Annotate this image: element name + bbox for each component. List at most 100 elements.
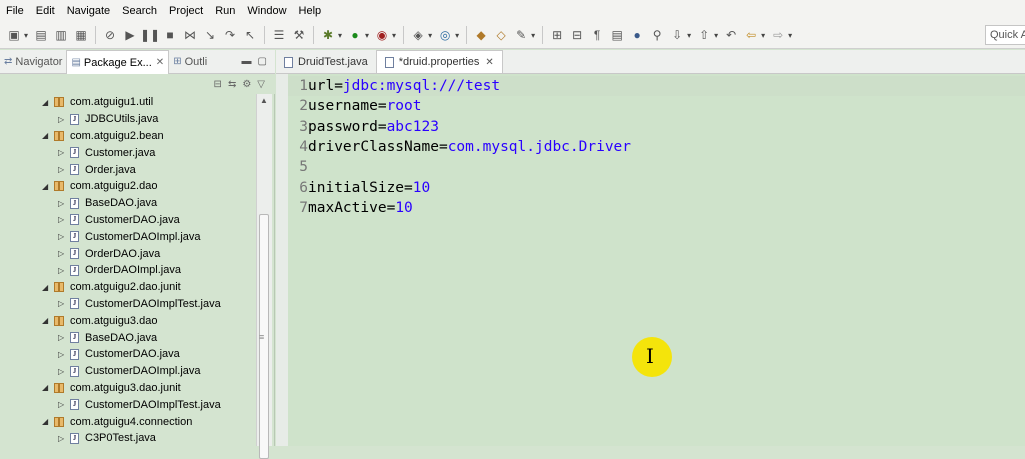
tree-file[interactable]: ▷ J BaseDAO.java — [0, 195, 256, 212]
code-editor[interactable]: 1url=jdbc:mysql:///test 2username=root 3pa… — [288, 74, 1025, 446]
show-whitespace-icon[interactable]: ¶ — [588, 26, 606, 44]
menu-help[interactable]: Help — [293, 0, 328, 22]
scroll-up-icon[interactable]: ▲ — [260, 96, 268, 105]
close-icon[interactable]: ✕ — [485, 57, 493, 68]
menu-file[interactable]: File — [0, 0, 30, 22]
tree-file[interactable]: ▷ J CustomerDAO.java — [0, 212, 256, 229]
last-edit-icon[interactable]: ↶ — [722, 26, 740, 44]
external-tools-icon[interactable]: ◉ — [373, 26, 391, 44]
tree-package[interactable]: ◢ com.atguigu3.dao — [0, 312, 256, 329]
open-type-icon[interactable]: ◆ — [472, 26, 490, 44]
tree-file[interactable]: ▷ J CustomerDAOImpl.java — [0, 228, 256, 245]
tree-file[interactable]: ▷ J Customer.java — [0, 144, 256, 161]
collapsed-arrow-icon[interactable]: ▷ — [58, 400, 68, 409]
step-into-icon[interactable]: ↘ — [201, 26, 219, 44]
next-annotation-dropdown-icon[interactable]: ▾ — [687, 31, 691, 40]
code-line[interactable]: 6initialSize=10 — [288, 178, 430, 198]
collapsed-arrow-icon[interactable]: ▷ — [58, 350, 68, 359]
terminate-icon[interactable]: ■ — [161, 26, 179, 44]
expanded-arrow-icon[interactable]: ◢ — [42, 98, 52, 107]
collapsed-arrow-icon[interactable]: ▷ — [58, 115, 68, 124]
search-icon[interactable]: ✎ — [512, 26, 530, 44]
new-icon[interactable]: ▣ — [5, 26, 23, 44]
expanded-arrow-icon[interactable]: ◢ — [42, 417, 52, 426]
tree-file[interactable]: ▷ J OrderDAOImpl.java — [0, 262, 256, 279]
expanded-arrow-icon[interactable]: ◢ — [42, 283, 52, 292]
tree-file[interactable]: ▷ J CustomerDAOImplTest.java — [0, 296, 256, 313]
collapsed-arrow-icon[interactable]: ▷ — [58, 299, 68, 308]
editor-tab[interactable]: *druid.properties ✕ — [375, 50, 503, 73]
tree-file[interactable]: ▷ J CustomerDAOImplTest.java — [0, 396, 256, 413]
expanded-arrow-icon[interactable]: ◢ — [42, 383, 52, 392]
debug-icon[interactable]: ✱ — [319, 26, 337, 44]
editor-tab[interactable]: DruidTest.java — [276, 51, 376, 73]
prev-annotation-dropdown-icon[interactable]: ▾ — [714, 31, 718, 40]
back-icon[interactable]: ⇦ — [742, 26, 760, 44]
menu-search[interactable]: Search — [116, 0, 163, 22]
globe-icon[interactable]: ● — [628, 26, 646, 44]
menu-window[interactable]: Window — [241, 0, 292, 22]
tree-package[interactable]: ◢ com.atguigu1.util — [0, 94, 256, 111]
tree-file[interactable]: ▷ J C3P0Test.java — [0, 430, 256, 446]
menu-edit[interactable]: Edit — [30, 0, 61, 22]
breadcrumb-icon[interactable]: ▤ — [608, 26, 626, 44]
new-class-icon[interactable]: ◎ — [436, 26, 454, 44]
new-server-icon[interactable]: ◈ — [409, 26, 427, 44]
forward-dropdown-icon[interactable]: ▾ — [788, 31, 792, 40]
maximize-icon[interactable]: ▢ — [258, 56, 267, 67]
collapsed-arrow-icon[interactable]: ▷ — [58, 199, 68, 208]
collapse-all-icon[interactable]: ⊟ — [214, 79, 222, 90]
forward-icon[interactable]: ⇨ — [769, 26, 787, 44]
quick-access-input[interactable]: Quick Access — [985, 25, 1025, 45]
collapsed-arrow-icon[interactable]: ▷ — [58, 333, 68, 342]
code-line[interactable]: 1url=jdbc:mysql:///test — [288, 76, 500, 96]
print-icon[interactable]: ▦ — [72, 26, 90, 44]
expanded-arrow-icon[interactable]: ◢ — [42, 316, 52, 325]
tree-package[interactable]: ◢ com.atguigu2.dao — [0, 178, 256, 195]
tree-file[interactable]: ▷ J BaseDAO.java — [0, 329, 256, 346]
disconnect-icon[interactable]: ⋈ — [181, 26, 199, 44]
step-return-icon[interactable]: ↖ — [241, 26, 259, 44]
code-line[interactable]: 5 — [288, 157, 308, 177]
collapsed-arrow-icon[interactable]: ▷ — [58, 165, 68, 174]
code-line[interactable]: 3password=abc123 — [288, 117, 439, 137]
save-all-icon[interactable]: ▥ — [52, 26, 70, 44]
open-task-icon[interactable]: ◇ — [492, 26, 510, 44]
collapsed-arrow-icon[interactable]: ▷ — [58, 215, 68, 224]
link-with-editor-icon[interactable]: ⇆ — [228, 79, 236, 90]
menu-navigate[interactable]: Navigate — [61, 0, 116, 22]
code-line[interactable]: 2username=root — [288, 96, 421, 116]
tree-file[interactable]: ▷ J CustomerDAO.java — [0, 346, 256, 363]
search-dropdown-icon[interactable]: ▾ — [531, 31, 535, 40]
resume-icon[interactable]: ▶ — [121, 26, 139, 44]
expanded-arrow-icon[interactable]: ◢ — [42, 131, 52, 140]
pin-editor-icon[interactable]: ⚲ — [648, 26, 666, 44]
collapsed-arrow-icon[interactable]: ▷ — [58, 434, 68, 443]
collapsed-arrow-icon[interactable]: ▷ — [58, 367, 68, 376]
suspend-icon[interactable]: ❚❚ — [140, 26, 160, 44]
save-icon[interactable]: ▤ — [32, 26, 50, 44]
tree-package[interactable]: ◢ com.atguigu2.dao.junit — [0, 279, 256, 296]
debug-dropdown-icon[interactable]: ▾ — [338, 31, 342, 40]
tree-package[interactable]: ◢ com.atguigu4.connection — [0, 413, 256, 430]
code-line[interactable]: 4driverClassName=com.mysql.jdbc.Driver — [288, 137, 631, 157]
view-menu-icon[interactable]: ⚙ — [242, 79, 251, 90]
tree-file[interactable]: ▷ J JDBCUtils.java — [0, 111, 256, 128]
step-over-icon[interactable]: ↷ — [221, 26, 239, 44]
new-class-dropdown-icon[interactable]: ▾ — [455, 31, 459, 40]
tree-file[interactable]: ▷ J Order.java — [0, 161, 256, 178]
collapsed-arrow-icon[interactable]: ▷ — [58, 249, 68, 258]
collapsed-arrow-icon[interactable]: ▷ — [58, 148, 68, 157]
collapsed-arrow-icon[interactable]: ▷ — [58, 232, 68, 241]
tab-outline[interactable]: ⊞ Outli — [169, 50, 211, 74]
prev-annotation-icon[interactable]: ⇧ — [695, 26, 713, 44]
block-selection-icon[interactable]: ⊟ — [568, 26, 586, 44]
menu-run[interactable]: Run — [209, 0, 241, 22]
chevron-down-icon[interactable]: ▽ — [257, 79, 265, 90]
console-icon[interactable]: ☰ — [270, 26, 288, 44]
code-line[interactable]: 7maxActive=10 — [288, 198, 413, 218]
next-annotation-icon[interactable]: ⇩ — [668, 26, 686, 44]
tree-scrollbar[interactable]: ▲ ≡ — [256, 94, 272, 459]
back-dropdown-icon[interactable]: ▾ — [761, 31, 765, 40]
expanded-arrow-icon[interactable]: ◢ — [42, 182, 52, 191]
